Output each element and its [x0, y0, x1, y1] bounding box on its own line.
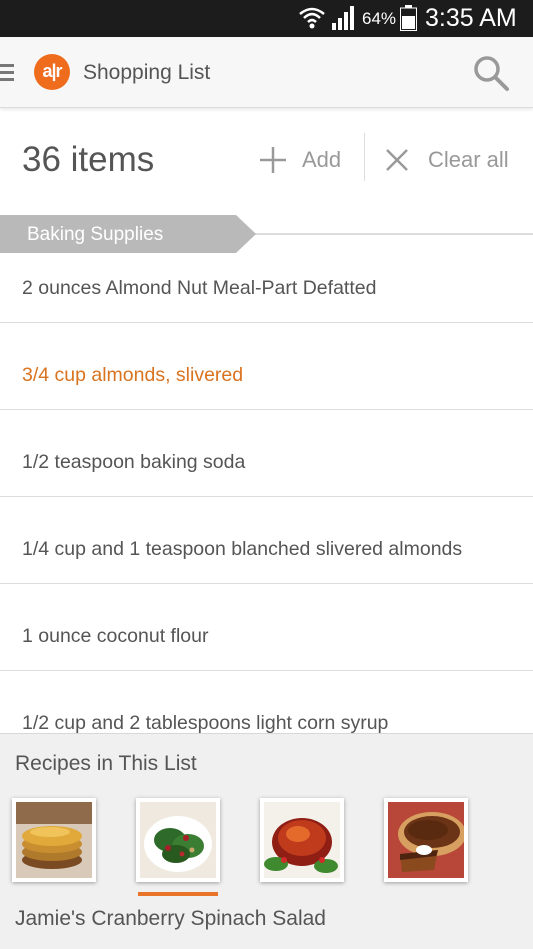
status-bar: 64% 3:35 AM	[0, 0, 533, 37]
recipes-panel-title: Recipes in This List	[15, 752, 197, 775]
search-icon[interactable]	[472, 54, 510, 92]
wifi-icon	[299, 7, 325, 29]
list-item-text: 1/2 teaspoon baking soda	[22, 451, 246, 473]
list-header: 36 items Add Clear all	[0, 108, 533, 208]
add-label: Add	[302, 147, 342, 172]
plus-icon	[260, 147, 286, 173]
pancakes-image	[16, 802, 92, 878]
pecan-pie-image	[388, 802, 464, 878]
allrecipes-logo-icon[interactable]: a|r	[34, 54, 70, 90]
glazed-ham-image	[264, 802, 340, 878]
list-item-text: 1/2 cup and 2 tablespoons light corn syr…	[22, 712, 389, 734]
selected-recipe-indicator	[138, 892, 218, 896]
recipe-thumbnail-glazed-ham[interactable]	[260, 798, 344, 882]
battery-icon	[400, 5, 417, 31]
list-item[interactable]: 1 ounce coconut flour	[0, 584, 533, 671]
app-bar: a|r Shopping List	[0, 37, 533, 108]
menu-icon[interactable]	[0, 64, 14, 82]
recipes-panel: Recipes in This List Jamie's Cranberry S…	[0, 733, 533, 949]
divider	[364, 133, 365, 181]
list-item[interactable]: 1/2 teaspoon baking soda	[0, 410, 533, 497]
page-title: Shopping List	[83, 61, 211, 84]
list-item-text: 2 ounces Almond Nut Meal-Part Defatted	[22, 277, 377, 299]
selected-recipe-name: Jamie's Cranberry Spinach Salad	[15, 907, 326, 930]
signal-icon	[332, 6, 354, 30]
section-label: Baking Supplies	[27, 224, 164, 245]
clock: 3:35 AM	[425, 4, 517, 32]
list-item-text: 1 ounce coconut flour	[22, 625, 209, 647]
add-button[interactable]: Add	[258, 140, 341, 180]
clear-all-label: Clear all	[428, 147, 509, 172]
recipe-thumbnail-pecan-pie[interactable]	[384, 798, 468, 882]
list-item[interactable]: 3/4 cup almonds, slivered	[0, 323, 533, 410]
clear-all-button[interactable]: Clear all	[384, 140, 509, 180]
shopping-list: 2 ounces Almond Nut Meal-Part Defatted 3…	[0, 253, 533, 758]
recipe-thumbnail-pancakes[interactable]	[12, 798, 96, 882]
list-item[interactable]: 2 ounces Almond Nut Meal-Part Defatted	[0, 253, 533, 323]
spinach-salad-image	[140, 802, 216, 878]
section-divider	[250, 233, 533, 235]
close-icon	[386, 149, 408, 171]
list-item-text: 3/4 cup almonds, slivered	[22, 364, 244, 386]
recipe-thumbnail-spinach-salad[interactable]	[136, 798, 220, 882]
items-count: 36 items	[22, 140, 155, 179]
list-item-text: 1/4 cup and 1 teaspoon blanched slivered…	[22, 538, 463, 560]
section-header-baking-supplies: Baking Supplies	[0, 215, 256, 253]
list-item[interactable]: 1/4 cup and 1 teaspoon blanched slivered…	[0, 497, 533, 584]
battery-percent: 64%	[362, 9, 397, 28]
